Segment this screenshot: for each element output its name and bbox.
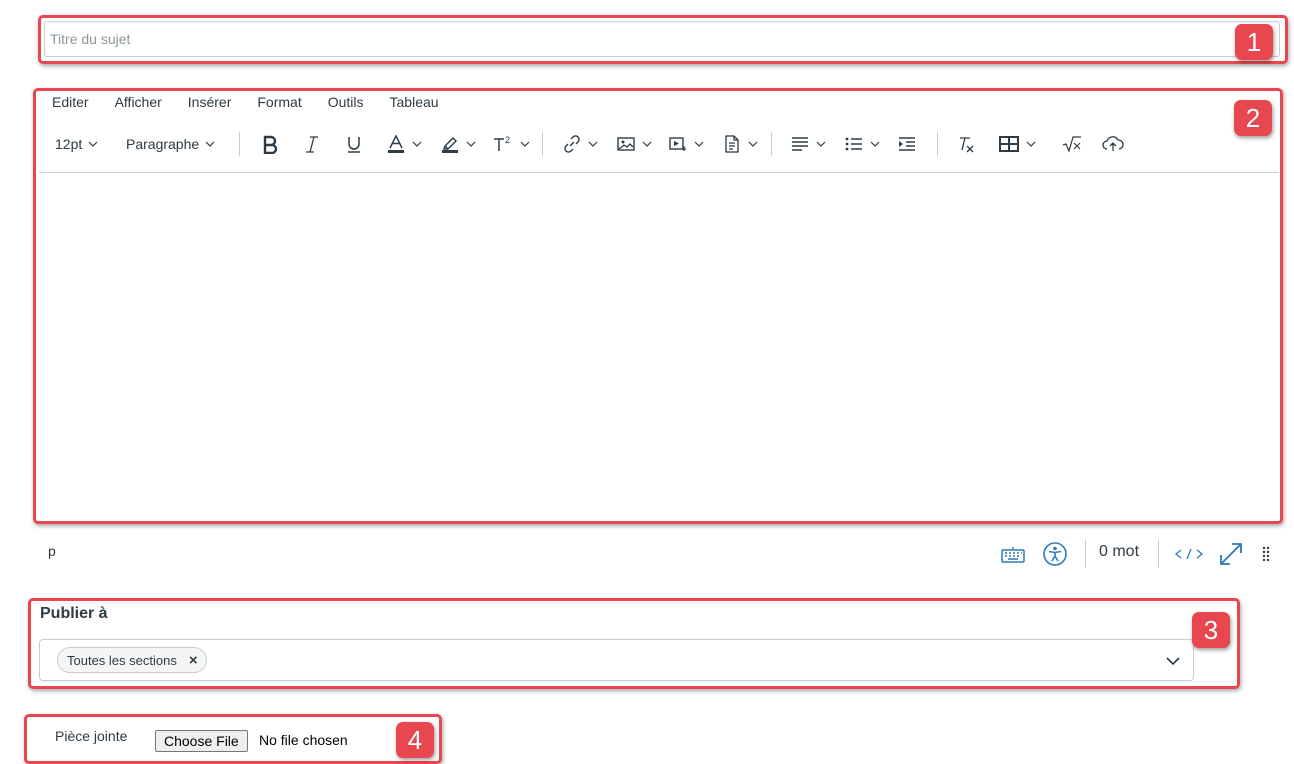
highlight-color-button[interactable]: [440, 128, 476, 160]
bold-icon: [263, 135, 278, 154]
equation-button[interactable]: [1061, 128, 1083, 160]
keyboard-shortcuts-button[interactable]: [1000, 540, 1026, 568]
attachment-label: Pièce jointe: [55, 728, 128, 744]
chevron-down-icon: [588, 141, 598, 147]
toolbar-divider: [937, 132, 938, 156]
superscript-icon: 2: [494, 135, 510, 151]
editor-content-area[interactable]: [39, 172, 1279, 521]
align-left-icon: [792, 137, 808, 151]
toolbar-divider: [542, 132, 543, 156]
editor-menubar: Editer Afficher Insérer Format Outils Ta…: [44, 92, 456, 114]
badge-3: 3: [1192, 612, 1230, 648]
keyboard-icon: [1001, 547, 1025, 563]
chevron-down-icon: [205, 141, 215, 147]
list-button[interactable]: [844, 128, 880, 160]
media-button[interactable]: [668, 128, 704, 160]
image-button[interactable]: [616, 128, 652, 160]
clear-formatting-icon: [960, 137, 974, 153]
underline-icon: [348, 137, 360, 153]
chevron-down-icon: [412, 141, 422, 147]
square-root-icon: [1062, 136, 1081, 153]
sections-select[interactable]: Toutes les sections ×: [39, 639, 1194, 681]
chevron-down-icon: [520, 141, 530, 147]
menu-tools[interactable]: Outils: [328, 92, 364, 114]
table-icon: [999, 136, 1019, 152]
document-button[interactable]: [722, 128, 758, 160]
font-size-value: 12pt: [55, 136, 83, 152]
superscript-button[interactable]: 2: [492, 128, 530, 160]
toolbar-divider: [239, 132, 240, 156]
link-icon: [564, 135, 580, 153]
file-status-text: No file chosen: [259, 732, 348, 748]
text-color-button[interactable]: [386, 128, 422, 160]
chevron-down-icon: [694, 141, 704, 147]
cloud-upload-icon: [1102, 136, 1124, 151]
table-button[interactable]: [998, 128, 1036, 160]
image-icon: [617, 137, 635, 151]
fullscreen-button[interactable]: [1218, 540, 1244, 568]
section-chip: Toutes les sections ×: [57, 647, 207, 673]
italic-button[interactable]: [302, 128, 322, 160]
block-format-dropdown[interactable]: Paragraphe: [126, 128, 215, 160]
accessibility-icon: [1043, 542, 1067, 566]
chevron-down-icon: [1026, 141, 1036, 147]
bold-button[interactable]: [260, 128, 280, 160]
toolbar-divider: [771, 132, 772, 156]
resize-handle[interactable]: [1260, 540, 1272, 568]
media-icon: [669, 137, 686, 151]
menu-table[interactable]: Tableau: [390, 92, 439, 114]
menu-format[interactable]: Format: [257, 92, 301, 114]
bullet-list-icon: [845, 137, 862, 151]
italic-icon: [306, 136, 318, 153]
status-divider: [1085, 540, 1086, 568]
block-format-value: Paragraphe: [126, 136, 200, 152]
remove-chip-icon[interactable]: ×: [189, 652, 198, 669]
badge-4: 4: [396, 722, 434, 758]
section-chip-label: Toutes les sections: [67, 652, 177, 668]
chevron-down-icon: [466, 141, 476, 147]
font-size-dropdown[interactable]: 12pt: [55, 128, 98, 160]
align-button[interactable]: [790, 128, 826, 160]
element-path[interactable]: p: [48, 543, 56, 559]
cloud-upload-button[interactable]: [1101, 128, 1125, 160]
topic-title-input[interactable]: [44, 21, 1280, 57]
code-icon: [1174, 548, 1204, 560]
underline-button[interactable]: [344, 128, 364, 160]
chevron-down-icon[interactable]: [1165, 653, 1181, 669]
badge-1: 1: [1235, 24, 1273, 60]
menu-edit[interactable]: Editer: [52, 92, 89, 114]
chevron-down-icon: [870, 141, 880, 147]
expand-icon: [1220, 543, 1242, 565]
choose-file-button[interactable]: Choose File: [155, 730, 248, 752]
clear-formatting-button[interactable]: [956, 128, 976, 160]
text-color-icon: [388, 134, 404, 153]
html-editor-button[interactable]: [1174, 540, 1204, 568]
menu-insert[interactable]: Insérer: [188, 92, 232, 114]
menu-view[interactable]: Afficher: [115, 92, 162, 114]
highlighter-icon: [442, 137, 458, 153]
accessibility-checker-button[interactable]: [1042, 540, 1068, 568]
indent-icon: [899, 137, 915, 151]
indent-button[interactable]: [897, 128, 917, 160]
word-count: 0 mot: [1099, 543, 1140, 560]
editor-toolbar: 12pt Paragraphe 2: [44, 128, 1280, 160]
link-button[interactable]: [562, 128, 598, 160]
badge-2: 2: [1234, 100, 1272, 136]
status-divider: [1158, 540, 1159, 568]
svg-text:2: 2: [505, 135, 510, 145]
chevron-down-icon: [748, 141, 758, 147]
drag-handle-icon: [1262, 546, 1270, 562]
publish-to-label: Publier à: [40, 605, 108, 622]
chevron-down-icon: [816, 141, 826, 147]
chevron-down-icon: [88, 141, 98, 147]
document-icon: [725, 135, 739, 153]
chevron-down-icon: [642, 141, 652, 147]
